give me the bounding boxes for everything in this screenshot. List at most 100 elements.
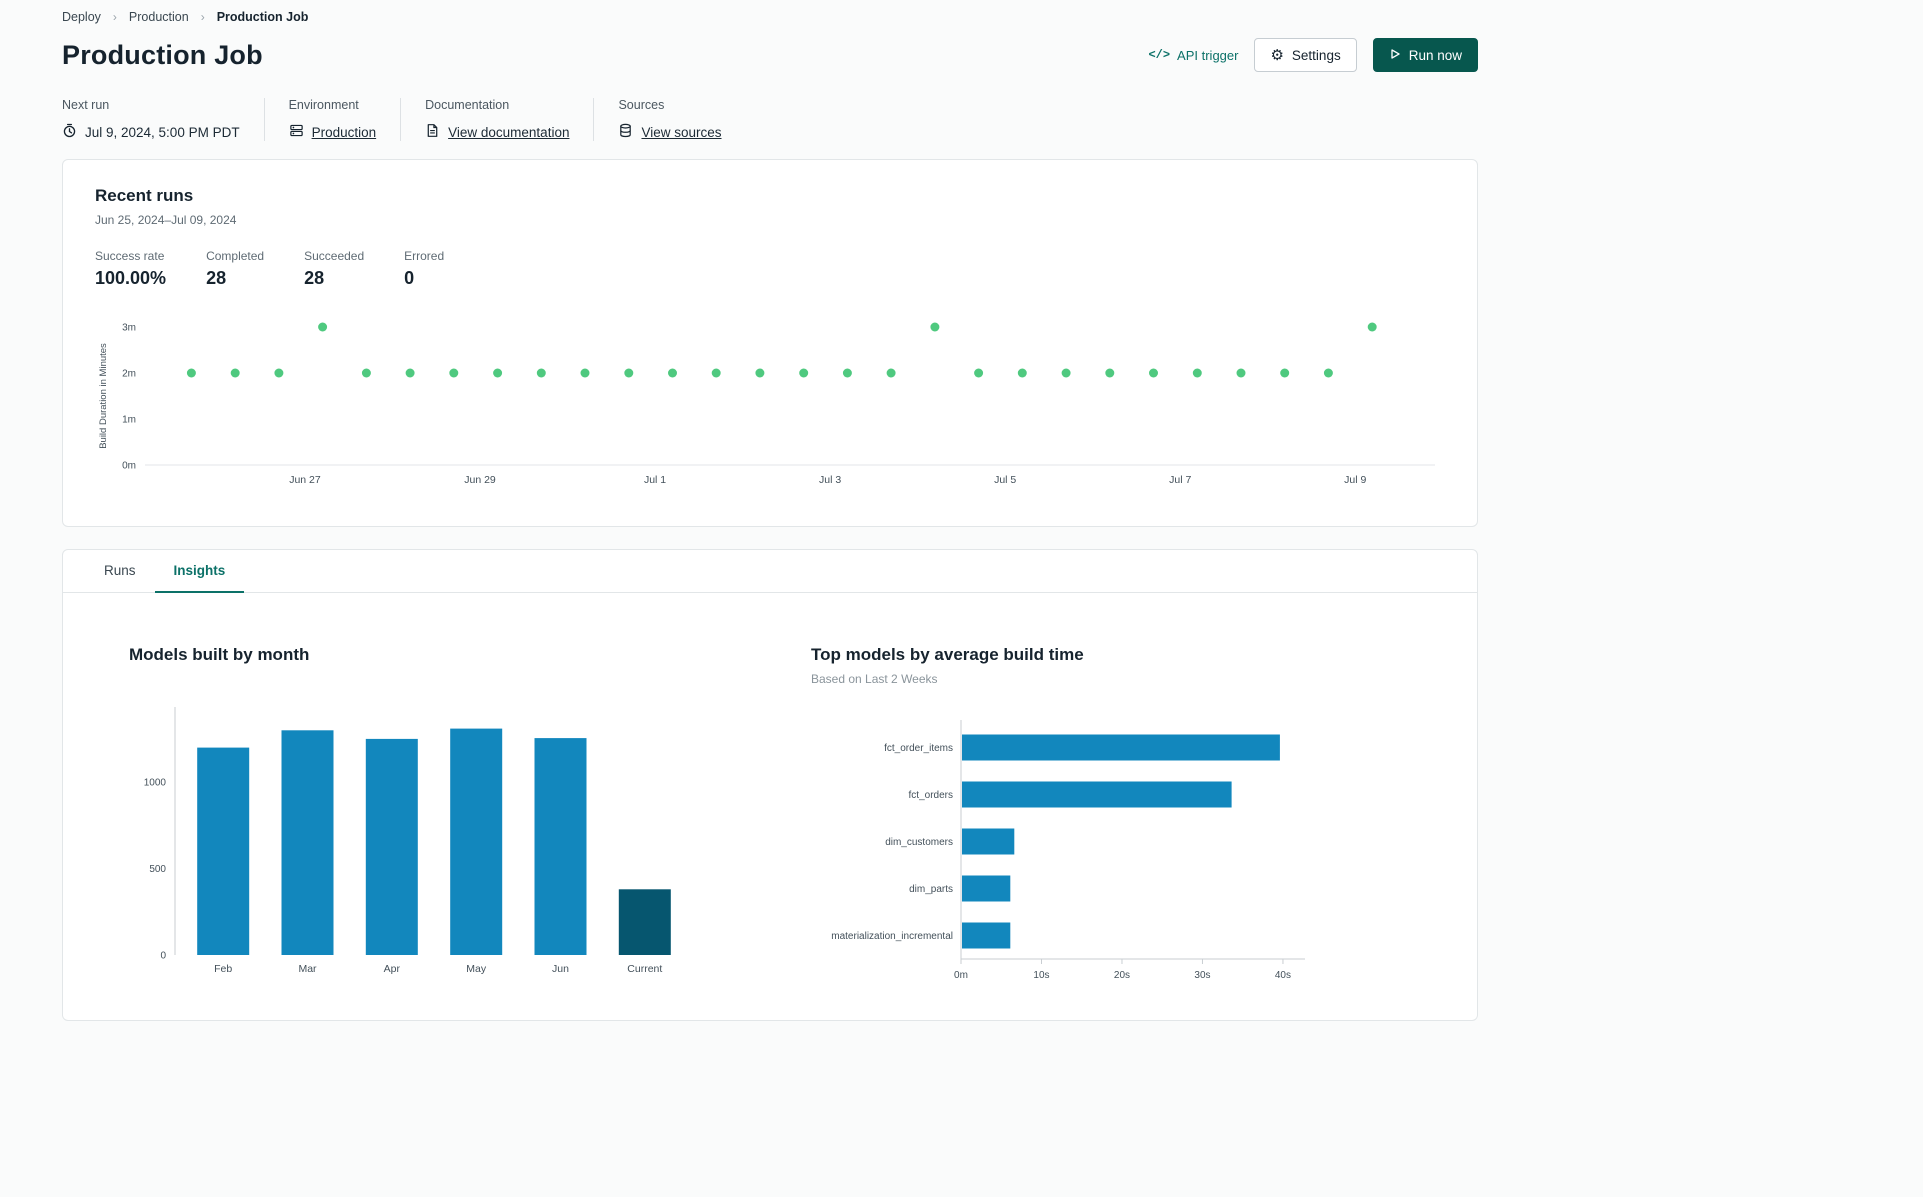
svg-text:Jul 1: Jul 1	[644, 474, 666, 486]
svg-text:500: 500	[149, 864, 166, 875]
recent-runs-title: Recent runs	[95, 186, 194, 205]
stat-succeeded: Succeeded 28	[304, 249, 364, 289]
stat-errored: Errored 0	[404, 249, 444, 289]
environment-icon	[289, 123, 304, 141]
environment-link-text: Production	[311, 124, 377, 140]
svg-text:40s: 40s	[1275, 970, 1291, 981]
breadcrumb-separator: ›	[200, 10, 205, 24]
svg-text:materialization_incremental: materialization_incremental	[831, 931, 953, 942]
svg-text:Apr: Apr	[384, 963, 401, 975]
svg-text:20s: 20s	[1114, 970, 1130, 981]
play-icon	[1389, 48, 1401, 63]
svg-text:1m: 1m	[122, 415, 136, 426]
api-trigger-label: API trigger	[1177, 47, 1239, 63]
meta-label: Documentation	[425, 98, 510, 112]
view-sources-link[interactable]: View sources	[618, 123, 722, 141]
meta-environment: Environment Production	[263, 98, 401, 141]
top-models-hbar-chart[interactable]: 0m 10s 20s 30s 40s fct_order_items fct_ordersd…	[811, 712, 1311, 984]
svg-text:dim_customers: dim_customers	[885, 837, 953, 848]
header-actions: </> API trigger ⚙ Settings Run now	[1148, 38, 1478, 72]
meta-sources: Sources View sources	[593, 98, 745, 141]
page-header: Production Job </> API trigger ⚙ Setting…	[62, 38, 1478, 72]
svg-text:fct_orders: fct_orders	[909, 790, 953, 801]
stat-value: 100.00%	[95, 268, 167, 288]
top-models-subtitle: Based on Last 2 Weeks	[811, 672, 938, 686]
tab-insights[interactable]: Insights	[154, 550, 245, 593]
svg-text:30s: 30s	[1194, 970, 1210, 981]
breadcrumb-separator: ›	[112, 10, 117, 24]
svg-text:0m: 0m	[122, 461, 136, 472]
models-built-chart-block: Models built by month 0 500 1000 Feb Mar Apr M…	[129, 645, 689, 984]
page-title: Production Job	[62, 39, 263, 70]
view-documentation-link[interactable]: View documentation	[425, 123, 569, 141]
svg-text:dim_parts: dim_parts	[909, 884, 953, 895]
database-icon	[618, 123, 633, 141]
breadcrumb-production-job: Production Job	[216, 10, 309, 24]
recent-runs-date-range: Jun 25, 2024–Jul 09, 2024	[95, 213, 237, 227]
runs-insights-card: Runs Insights Models built by month 0 500…	[62, 549, 1478, 1021]
recent-runs-card: Recent runs Jun 25, 2024–Jul 09, 2024 Su…	[62, 159, 1478, 527]
clock-icon	[62, 123, 77, 141]
svg-text:2m: 2m	[122, 369, 136, 380]
svg-text:0: 0	[160, 951, 166, 962]
svg-text:Jun 29: Jun 29	[464, 474, 496, 486]
svg-text:Current: Current	[627, 963, 662, 975]
meta-label: Next run	[62, 98, 110, 112]
breadcrumb: Deploy › Production › Production Job	[62, 10, 1478, 24]
run-now-label: Run now	[1408, 47, 1462, 63]
svg-text:Jun 27: Jun 27	[289, 474, 321, 486]
svg-text:0m: 0m	[954, 970, 968, 981]
svg-text:Build Duration in Minutes: Build Duration in Minutes	[98, 343, 109, 449]
svg-text:Jul 5: Jul 5	[994, 474, 1016, 486]
meta-label: Sources	[618, 98, 665, 112]
build-duration-scatter-chart: 0m 1m 2m 3m Jun 27 Jun 29 Jul 1 Jul 3 Jul 5 Jul 7…	[95, 315, 1445, 502]
top-models-title: Top models by average build time	[811, 645, 1084, 664]
meta-next-run: Next run Jul 9, 2024, 5:00 PM PDT	[62, 98, 264, 141]
stat-completed: Completed 28	[206, 249, 264, 289]
code-icon: </>	[1148, 48, 1171, 62]
top-models-chart-block: Top models by average build time Based o…	[811, 645, 1311, 984]
svg-text:May: May	[466, 963, 487, 975]
stat-success-rate: Success rate 100.00%	[95, 249, 166, 289]
svg-text:1000: 1000	[144, 778, 167, 789]
gear-icon: ⚙	[1270, 46, 1284, 64]
api-trigger-link[interactable]: </> API trigger	[1148, 48, 1238, 63]
stat-label: Completed	[206, 249, 265, 263]
next-run-value: Jul 9, 2024, 5:00 PM PDT	[62, 123, 240, 141]
svg-text:Feb: Feb	[214, 963, 232, 975]
stat-label: Succeeded	[304, 249, 365, 263]
breadcrumb-deploy[interactable]: Deploy	[62, 10, 101, 24]
run-now-button[interactable]: Run now	[1372, 38, 1478, 72]
next-run-text: Jul 9, 2024, 5:00 PM PDT	[85, 124, 240, 140]
documentation-icon	[425, 123, 440, 141]
models-built-bar-chart[interactable]: 0 500 1000 Feb Mar Apr May Jun Current	[129, 697, 689, 983]
svg-text:3m: 3m	[122, 323, 136, 334]
stat-value: 28	[206, 268, 227, 288]
svg-text:Jul 7: Jul 7	[1169, 474, 1191, 486]
environment-link[interactable]: Production	[289, 123, 377, 141]
meta-documentation: Documentation View documentation	[400, 98, 593, 141]
stat-label: Errored	[404, 249, 445, 263]
meta-label: Environment	[288, 98, 359, 112]
tab-runs[interactable]: Runs	[85, 550, 155, 593]
svg-text:Jul 9: Jul 9	[1344, 474, 1366, 486]
settings-label: Settings	[1291, 47, 1341, 63]
breadcrumb-production[interactable]: Production	[129, 10, 189, 24]
settings-button[interactable]: ⚙ Settings	[1254, 38, 1357, 72]
insights-panel: Models built by month 0 500 1000 Feb Mar Apr M…	[63, 593, 1477, 1020]
scatter-plot[interactable]: 0m 1m 2m 3m Jun 27 Jun 29 Jul 1 Jul 3 Jul 5 Jul 7…	[95, 315, 1443, 497]
tab-bar: Runs Insights	[63, 550, 1477, 593]
svg-text:Jul 3: Jul 3	[819, 474, 841, 486]
svg-text:10s: 10s	[1033, 970, 1049, 981]
recent-runs-stats: Success rate 100.00% Completed 28 Succee…	[95, 249, 1445, 289]
view-documentation-text: View documentation	[448, 124, 570, 140]
svg-text:Jun: Jun	[552, 963, 569, 975]
svg-text:fct_order_items: fct_order_items	[884, 743, 953, 754]
stat-label: Success rate	[95, 249, 165, 263]
models-built-title: Models built by month	[129, 645, 310, 664]
stat-value: 0	[404, 268, 415, 288]
job-meta-row: Next run Jul 9, 2024, 5:00 PM PDT Enviro…	[62, 98, 1478, 141]
svg-text:Mar: Mar	[298, 963, 317, 975]
stat-value: 28	[304, 268, 325, 288]
production-job-page: Deploy › Production › Production Job Pro…	[62, 0, 1478, 1021]
